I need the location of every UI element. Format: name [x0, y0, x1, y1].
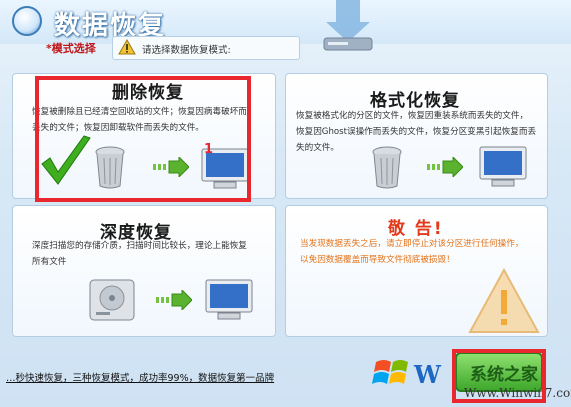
arrow-right-icon	[427, 157, 463, 177]
delete-highlight-frame	[35, 76, 251, 202]
arrow-right-icon	[156, 290, 192, 310]
drive-icon	[323, 0, 373, 51]
hard-drive-icon	[89, 279, 135, 321]
monitor-icon	[205, 279, 253, 320]
tagline-text: …秒快速恢复，三种恢复模式，成功率99%，数据恢复第一品牌	[6, 373, 275, 384]
windows-logo-icon	[372, 360, 408, 384]
monitor-icon	[479, 146, 527, 187]
brand-letter: W	[414, 360, 441, 389]
mode-hint-text: 请选择数据恢复模式:	[142, 45, 231, 56]
warning-desc: 当发现数据丢失之后，请立即停止对该分区进行任何操作， 以免因数据覆盖而导致文件彻…	[300, 239, 524, 265]
deep-recovery-desc: 深度扫描您的存储介质，扫描时间比较长，理论上能恢复 所有文件	[32, 241, 247, 267]
caution-sign-icon	[468, 268, 540, 333]
next-highlight-frame	[452, 349, 546, 403]
warning-icon	[118, 39, 136, 55]
mode-select-label: *模式选择	[46, 42, 96, 55]
clock-icon	[12, 6, 42, 36]
recycle-bin-icon	[372, 146, 402, 189]
